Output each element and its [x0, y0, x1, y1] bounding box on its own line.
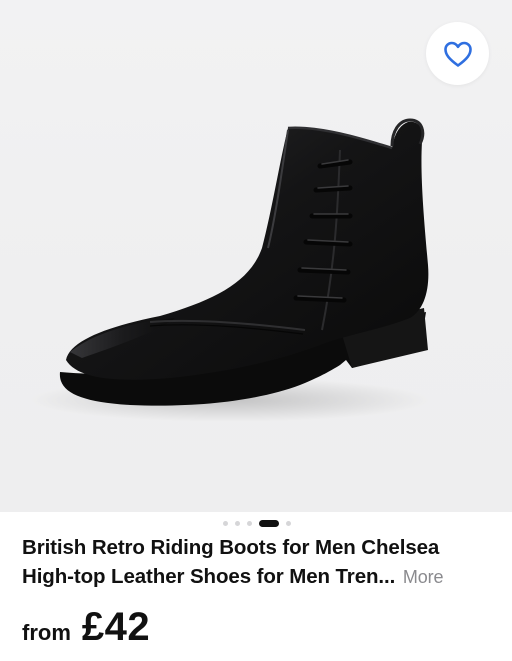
pager-dot[interactable]	[223, 520, 228, 526]
product-page: British Retro Riding Boots for Men Chels…	[0, 0, 512, 661]
pager-dot[interactable]	[247, 520, 252, 526]
product-title-line-2: High-top Leather Shoes for Men Tren... M…	[22, 563, 492, 592]
image-pager[interactable]	[0, 519, 512, 527]
pager-dot-active[interactable]	[259, 519, 279, 527]
more-link[interactable]: More	[403, 567, 444, 587]
product-image-gallery[interactable]	[0, 0, 512, 512]
pager-dot[interactable]	[235, 520, 240, 526]
pager-dot[interactable]	[286, 520, 291, 526]
product-image[interactable]	[0, 0, 512, 512]
product-title-line-1: British Retro Riding Boots for Men Chels…	[22, 536, 440, 559]
price-row: from £42	[22, 605, 150, 655]
favorite-button[interactable]	[426, 22, 489, 85]
product-title-line-2-text: High-top Leather Shoes for Men Tren...	[22, 564, 396, 588]
price-prefix: from	[22, 620, 71, 645]
product-title: British Retro Riding Boots for Men Chels…	[22, 534, 492, 591]
price-value: £42	[81, 605, 151, 649]
heart-outline-icon	[443, 41, 472, 67]
